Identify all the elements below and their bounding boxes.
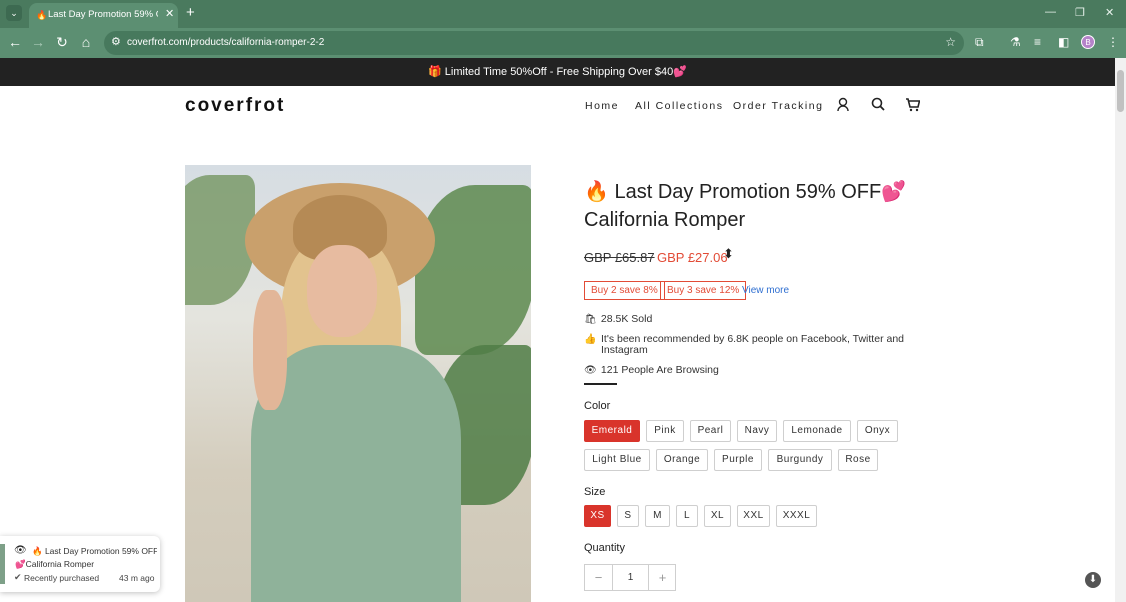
tab-favicon: 🔥: [36, 10, 48, 20]
announcement-bar: 🎁 Limited Time 50%Off - Free Shipping Ov…: [0, 58, 1115, 86]
quantity-increase-button[interactable]: +: [649, 565, 676, 590]
color-option-pearl[interactable]: Pearl: [690, 420, 731, 442]
size-option-m[interactable]: M: [645, 505, 670, 527]
toast-product-name: 💕California Romper: [15, 559, 95, 569]
color-option-onyx[interactable]: Onyx: [857, 420, 898, 442]
size-label: Size: [584, 486, 606, 498]
color-label: Color: [584, 400, 611, 412]
maximize-icon[interactable]: ❐: [1075, 6, 1085, 19]
color-option-orange[interactable]: Orange: [656, 449, 708, 471]
profile-avatar[interactable]: B: [1081, 35, 1095, 49]
color-option-navy[interactable]: Navy: [737, 420, 777, 442]
browsing-stat: 👁 121 People Are Browsing: [584, 364, 719, 376]
size-option-s[interactable]: S: [617, 505, 639, 527]
page-scrollbar[interactable]: [1115, 58, 1126, 602]
browsing-text: 121 People Are Browsing: [600, 364, 719, 376]
size-option-xl[interactable]: XL: [704, 505, 731, 527]
view-more-link[interactable]: View more: [742, 285, 789, 296]
eye-icon: 👁: [14, 545, 27, 556]
product-title: 🔥 Last Day Promotion 59% OFF💕 California…: [584, 181, 907, 231]
url-text[interactable]: coverfrot.com/products/california-romper…: [127, 37, 324, 48]
browser-tab-bar: ⌄ 🔥 Last Day Promotion 59% OFF Californi…: [0, 0, 1126, 28]
recent-purchase-toast[interactable]: 👁 🔥 Last Day Promotion 59% OFF 💕Californ…: [0, 536, 160, 592]
extensions-icon[interactable]: ⧉: [975, 35, 984, 50]
background-leaf: [415, 185, 531, 355]
currency-switch-icon[interactable]: ⬍: [723, 246, 734, 262]
media-icon[interactable]: ≡: [1034, 35, 1041, 49]
color-option-pink[interactable]: Pink: [646, 420, 684, 442]
site-logo[interactable]: coverfrot: [185, 95, 285, 117]
minimize-icon[interactable]: —: [1045, 6, 1056, 18]
nav-home[interactable]: Home: [585, 100, 619, 112]
quantity-stepper: − 1 +: [584, 564, 676, 591]
quantity-decrease-button[interactable]: −: [585, 565, 612, 590]
sold-stat: 🛍 28.5K Sold: [584, 313, 652, 325]
product-image[interactable]: [185, 165, 531, 602]
face-shape: [307, 245, 377, 337]
color-option-purple[interactable]: Purple: [714, 449, 762, 471]
eye-icon: 👁: [584, 365, 597, 376]
color-option-emerald[interactable]: Emerald: [584, 420, 640, 442]
toast-product-line: 🔥 Last Day Promotion 59% OFF: [32, 546, 157, 556]
quantity-input[interactable]: 1: [612, 565, 649, 590]
sold-text: 28.5K Sold: [600, 313, 653, 325]
color-option-light-blue[interactable]: Light Blue: [584, 449, 650, 471]
recommended-stat: 👍 It's been recommended by 6.8K people o…: [584, 334, 904, 356]
price-sale: GBP £27.06: [657, 250, 728, 265]
reload-icon[interactable]: ↻: [53, 34, 71, 51]
toast-thumbnail: [0, 544, 5, 584]
thumbs-up-icon: 👍: [584, 334, 597, 345]
forward-icon[interactable]: →: [29, 34, 47, 50]
color-option-lemonade[interactable]: Lemonade: [783, 420, 851, 442]
arm-shape: [253, 290, 287, 410]
size-option-xxxl[interactable]: XXXL: [776, 505, 817, 527]
browser-toolbar: ← → ↻ ⌂ ⚙ coverfrot.com/products/califor…: [0, 28, 1126, 58]
promo-buy-2[interactable]: Buy 2 save 8%: [584, 281, 665, 300]
size-option-l[interactable]: L: [676, 505, 698, 527]
tab-search-icon[interactable]: ⌄: [6, 5, 22, 21]
price-original: GBP £65.87: [584, 250, 655, 265]
back-icon[interactable]: ←: [6, 34, 24, 50]
menu-icon[interactable]: ⋮: [1107, 35, 1119, 49]
new-tab-icon[interactable]: +: [186, 4, 195, 21]
color-option-rose[interactable]: Rose: [838, 449, 878, 471]
window-close-icon[interactable]: ✕: [1105, 6, 1114, 19]
address-bar[interactable]: ⚙ coverfrot.com/products/california-romp…: [104, 31, 964, 55]
browser-tab[interactable]: 🔥 Last Day Promotion 59% OFF California …: [29, 3, 178, 28]
quantity-label: Quantity: [584, 542, 625, 554]
home-icon[interactable]: ⌂: [77, 34, 95, 50]
promo-buy-3[interactable]: Buy 3 save 12%: [660, 281, 747, 300]
divider: [584, 383, 617, 385]
labs-icon[interactable]: ⚗: [1010, 35, 1021, 49]
star-icon[interactable]: ☆: [945, 35, 956, 49]
scroll-to-top-icon[interactable]: ⬇: [1085, 572, 1101, 588]
tab-title: Last Day Promotion 59% OFF California Ro…: [48, 9, 158, 20]
recommended-text: It's been recommended by 6.8K people on …: [601, 333, 904, 356]
check-icon: ✔: [14, 572, 22, 582]
site-info-icon[interactable]: ⚙: [111, 35, 121, 48]
size-option-xxl[interactable]: XXL: [737, 505, 770, 527]
close-tab-icon[interactable]: ✕: [165, 7, 174, 20]
toast-time: 43 m ago: [119, 573, 155, 583]
toast-status: Recently purchased: [24, 573, 100, 583]
cart-icon[interactable]: [905, 97, 921, 116]
bag-icon: 🛍: [584, 314, 597, 325]
color-option-burgundy[interactable]: Burgundy: [768, 449, 832, 471]
sidebar-icon[interactable]: ◧: [1058, 35, 1069, 49]
account-icon[interactable]: [837, 97, 851, 116]
search-icon[interactable]: [871, 97, 885, 116]
nav-all-collections[interactable]: All Collections: [635, 100, 723, 112]
nav-order-tracking[interactable]: Order Tracking: [733, 100, 823, 112]
size-option-xs[interactable]: XS: [584, 505, 611, 527]
scrollbar-thumb[interactable]: [1117, 70, 1124, 112]
